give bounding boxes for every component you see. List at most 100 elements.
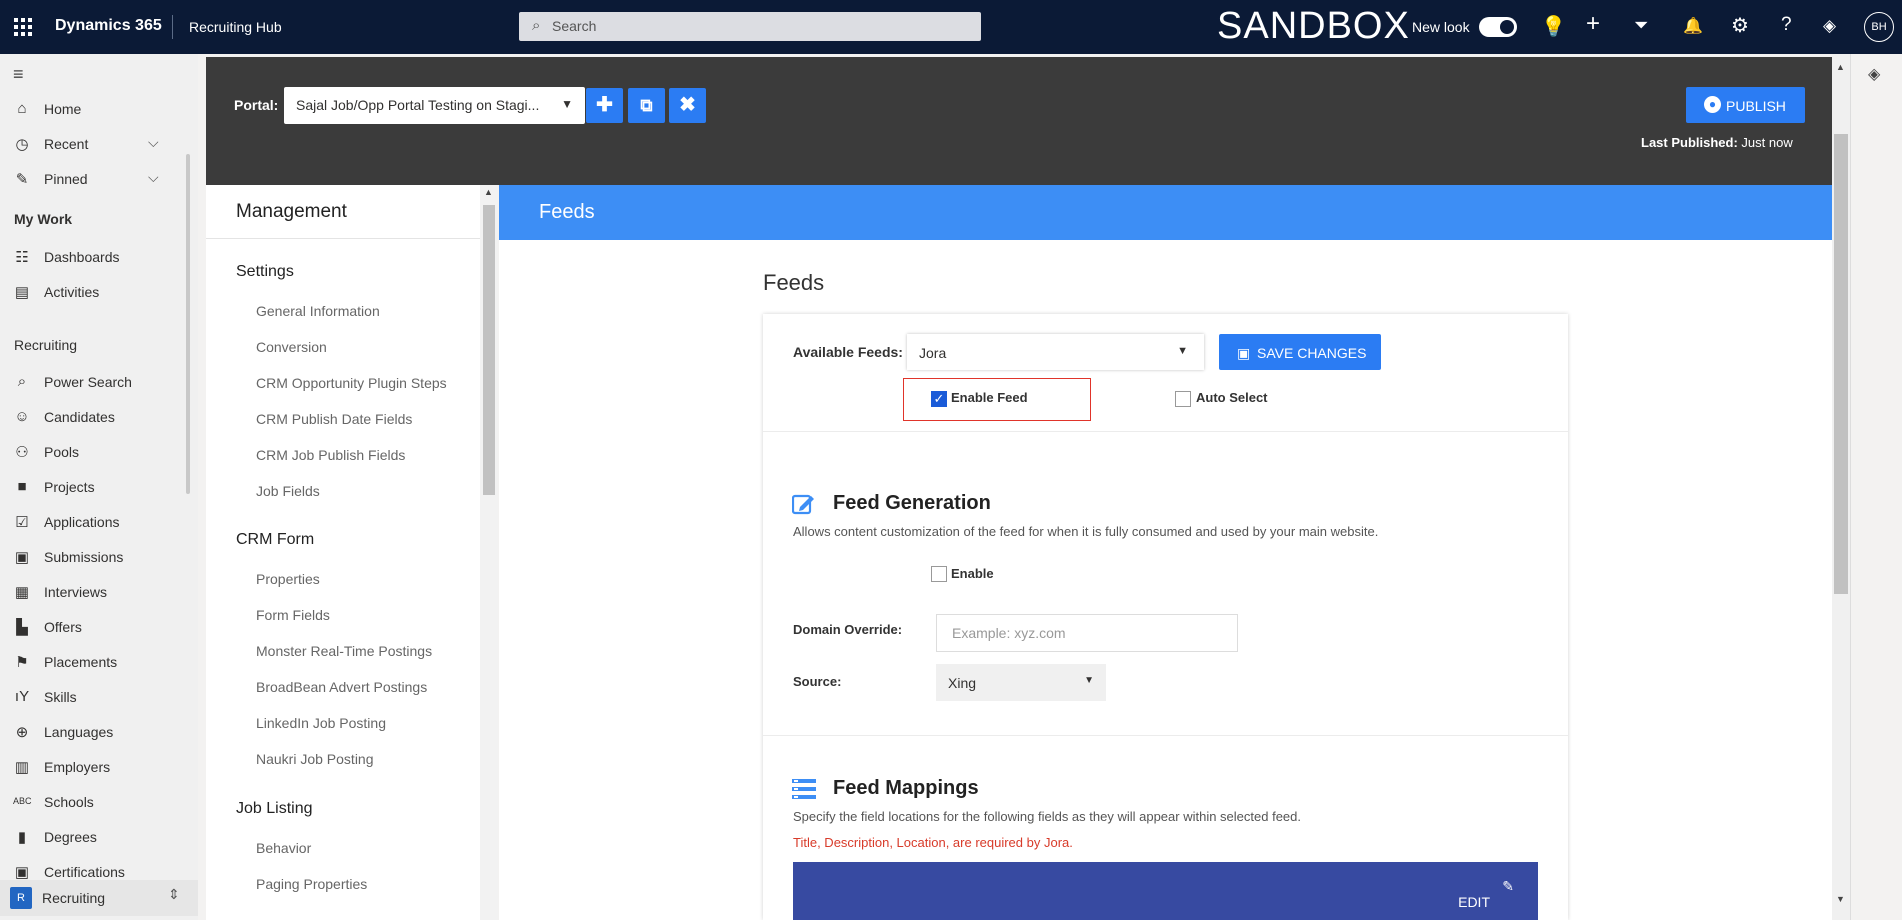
dashboard-icon: ☷ xyxy=(15,249,29,266)
scroll-up-icon[interactable]: ▲ xyxy=(484,187,493,197)
section-heading: Settings xyxy=(236,263,294,280)
app-name[interactable]: Dynamics 365 xyxy=(55,17,162,35)
plus-icon: ✚ xyxy=(596,94,613,116)
copy-portal-button[interactable]: ⧉ xyxy=(628,88,665,123)
nav-scrollbar[interactable] xyxy=(186,154,190,494)
menu-item[interactable]: Paging Properties xyxy=(256,876,367,892)
nav-item-schools[interactable]: ABC Schools xyxy=(0,787,198,817)
nav-item-pinned[interactable]: ✎ Pinned ⌵ xyxy=(0,164,198,194)
menu-item[interactable]: Monster Real-Time Postings xyxy=(256,643,432,659)
globe-icon: ⊕ xyxy=(15,724,29,741)
nav-item-power-search[interactable]: ⌕ Power Search xyxy=(0,367,198,397)
nav-item-applications[interactable]: ☑ Applications xyxy=(0,507,198,537)
delete-portal-button[interactable]: ✖ xyxy=(669,88,706,123)
nav-item-offers[interactable]: ▙ Offers xyxy=(0,612,198,642)
nav-item-placements[interactable]: ⚑ Placements xyxy=(0,647,198,677)
menu-item[interactable]: CRM Job Publish Fields xyxy=(256,447,405,463)
publish-button[interactable]: ● PUBLISH xyxy=(1686,87,1805,123)
nav-item-label: Power Search xyxy=(44,374,132,390)
area-name[interactable]: Recruiting Hub xyxy=(189,19,282,35)
add-portal-button[interactable]: ✚ xyxy=(586,88,623,123)
copilot-icon[interactable]: ◈ xyxy=(1868,64,1880,84)
lightbulb-icon[interactable]: 💡 xyxy=(1541,14,1566,39)
scroll-thumb[interactable] xyxy=(1834,134,1848,594)
nav-item-interviews[interactable]: ▦ Interviews xyxy=(0,577,198,607)
help-icon[interactable]: ? xyxy=(1781,14,1792,36)
management-panel: Management Settings General Information … xyxy=(206,185,498,920)
clock-icon: ◷ xyxy=(15,136,29,153)
app-launcher-icon[interactable] xyxy=(14,18,32,36)
filter-icon[interactable]: ⏷ xyxy=(1634,15,1648,36)
menu-item[interactable]: Form Fields xyxy=(256,607,330,623)
hamburger-icon[interactable]: ≡ xyxy=(13,64,24,85)
nav-item-languages[interactable]: ⊕ Languages xyxy=(0,717,198,747)
edit-label: EDIT xyxy=(1458,894,1490,910)
nav-item-home[interactable]: ⌂ Home xyxy=(0,94,198,124)
portal-select[interactable]: Sajal Job/Opp Portal Testing on Stagi...… xyxy=(284,87,585,124)
menu-item[interactable]: General Information xyxy=(256,303,380,319)
edit-button[interactable]: ✎ EDIT xyxy=(1458,878,1514,910)
sitemap-nav: ≡ ⌂ Home ◷ Recent ⌵ ✎ Pinned ⌵ My Work ☷… xyxy=(0,54,198,920)
plus-icon[interactable]: + xyxy=(1586,10,1600,38)
menu-item[interactable]: BroadBean Advert Postings xyxy=(256,679,427,695)
avatar[interactable]: BH xyxy=(1864,12,1894,42)
new-look-toggle[interactable] xyxy=(1479,17,1517,37)
nav-item-recent[interactable]: ◷ Recent ⌵ xyxy=(0,129,198,159)
scroll-down-icon[interactable]: ▼ xyxy=(1836,894,1845,904)
menu-item[interactable]: Properties xyxy=(256,571,320,587)
nav-item-skills[interactable]: ıY Skills xyxy=(0,682,198,712)
nav-item-dashboards[interactable]: ☷ Dashboards xyxy=(0,242,198,272)
area-badge: R xyxy=(10,887,32,909)
gear-icon[interactable]: ⚙ xyxy=(1731,13,1749,38)
auto-select-checkbox[interactable] xyxy=(1175,391,1191,407)
save-changes-button[interactable]: ▣ SAVE CHANGES xyxy=(1219,334,1381,370)
nav-item-candidates[interactable]: ☺ Candidates xyxy=(0,402,198,432)
global-search-box[interactable]: ⌕ Search xyxy=(519,12,981,41)
skills-icon: ıY xyxy=(14,688,30,705)
chevron-down-icon[interactable]: ⌵ xyxy=(148,134,159,151)
divider xyxy=(763,735,1568,736)
management-scrollbar[interactable]: ▲ xyxy=(480,185,498,920)
card-icon: ▣ xyxy=(14,549,30,566)
nav-item-label: Pools xyxy=(44,444,80,460)
nav-item-projects[interactable]: ■ Projects xyxy=(0,472,198,502)
menu-item[interactable]: Behavior xyxy=(256,840,311,856)
domain-override-placeholder: Example: xyz.com xyxy=(952,625,1066,641)
caret-down-icon: ▼ xyxy=(561,97,573,111)
bell-icon[interactable]: 🔔 xyxy=(1683,16,1703,36)
mappings-header-bar: ✎ EDIT xyxy=(793,862,1538,920)
nav-item-activities[interactable]: ▤ Activities xyxy=(0,277,198,307)
nav-item-label: Submissions xyxy=(44,549,124,565)
globe-icon: ● xyxy=(1704,96,1721,113)
scroll-thumb[interactable] xyxy=(483,205,495,495)
nav-item-employers[interactable]: ▥ Employers xyxy=(0,752,198,782)
source-select[interactable]: Xing ▼ xyxy=(936,664,1106,701)
menu-item[interactable]: Conversion xyxy=(256,339,327,355)
save-label: SAVE CHANGES xyxy=(1257,345,1367,361)
domain-override-input[interactable]: Example: xyz.com xyxy=(936,614,1238,652)
nav-item-label: Activities xyxy=(44,284,100,300)
content-scrollbar[interactable]: ▲ ▼ xyxy=(1832,54,1850,920)
nav-item-label: Interviews xyxy=(44,584,108,600)
chevron-down-icon[interactable]: ⌵ xyxy=(148,169,159,186)
copilot-icon[interactable]: ◈ xyxy=(1823,16,1836,36)
environment-label: SANDBOX xyxy=(1217,5,1410,47)
nav-item-label: Employers xyxy=(44,759,111,775)
area-switcher[interactable]: R Recruiting ⇕ xyxy=(0,880,198,916)
menu-item[interactable]: CRM Publish Date Fields xyxy=(256,411,412,427)
generation-enable-checkbox[interactable] xyxy=(931,566,947,582)
nav-item-degrees[interactable]: ▮ Degrees xyxy=(0,822,198,852)
scroll-up-icon[interactable]: ▲ xyxy=(1836,62,1845,72)
menu-item[interactable]: Job Fields xyxy=(256,483,320,499)
nav-item-pools[interactable]: ⚇ Pools xyxy=(0,437,198,467)
available-feeds-select[interactable]: Jora ▼ xyxy=(907,334,1204,370)
menu-item[interactable]: CRM Opportunity Plugin Steps xyxy=(256,375,447,391)
menu-item[interactable]: Naukri Job Posting xyxy=(256,751,374,767)
offer-icon: ▙ xyxy=(16,619,28,636)
nav-item-submissions[interactable]: ▣ Submissions xyxy=(0,542,198,572)
building-icon: ▥ xyxy=(14,759,30,776)
nav-item-label: Skills xyxy=(44,689,77,705)
menu-item[interactable]: LinkedIn Job Posting xyxy=(256,715,386,731)
enable-feed-checkbox[interactable]: ✓ xyxy=(931,391,947,407)
source-value: Xing xyxy=(948,675,977,691)
